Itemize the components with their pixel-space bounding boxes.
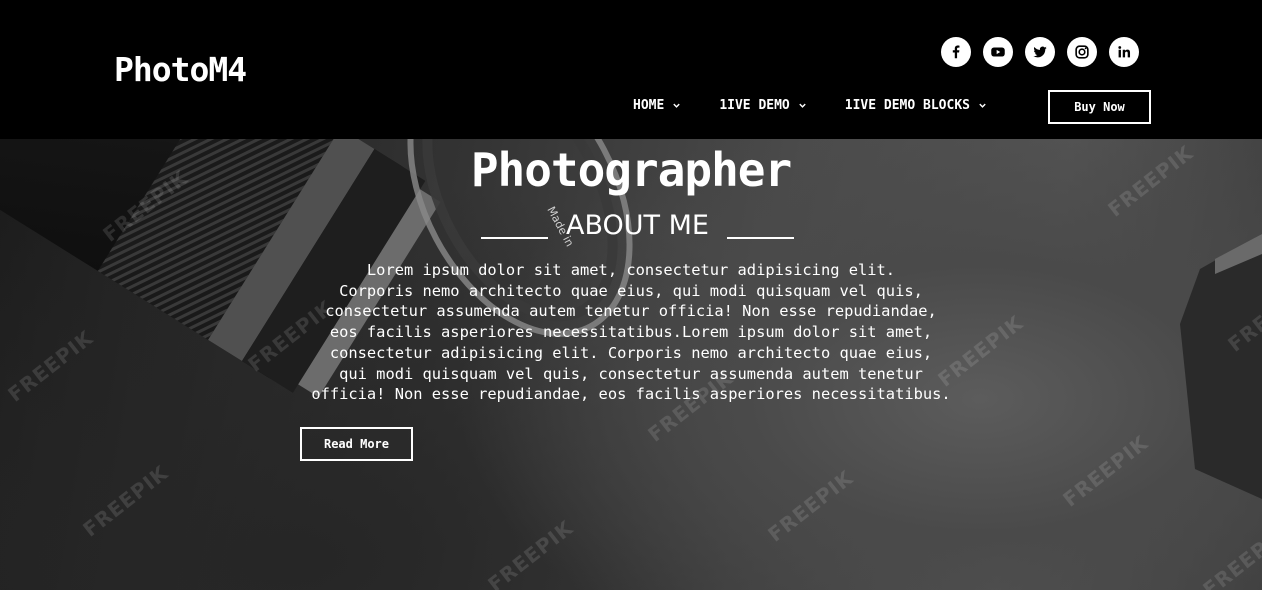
nav-item-label: 1IVE DEMO bbox=[719, 98, 790, 113]
paragraph-line: officia! Non esse repudiandae, eos facil… bbox=[311, 385, 951, 404]
nav-item-label: 1IVE DEMO BLOCKS bbox=[844, 98, 970, 113]
hero-title: Photographer bbox=[470, 143, 792, 197]
social-links bbox=[941, 37, 1139, 67]
nav-item-live-demo[interactable]: 1IVE DEMO bbox=[719, 98, 806, 113]
youtube-icon[interactable] bbox=[983, 37, 1013, 67]
chevron-down-icon bbox=[979, 103, 986, 108]
divider bbox=[726, 237, 794, 239]
paragraph-line: Lorem ipsum dolor sit amet, consectetur … bbox=[366, 261, 896, 279]
paragraph-line: consectetur adipisicing elit. Corporis n… bbox=[329, 343, 933, 362]
chevron-down-icon bbox=[799, 103, 806, 108]
paragraph-line: qui modi quisquam vel quis, consectetur … bbox=[339, 364, 923, 383]
read-more-button[interactable]: Read More bbox=[300, 427, 413, 461]
main-nav: HOME 1IVE DEMO 1IVE DEMO BLOCKS bbox=[633, 98, 987, 113]
paragraph-line: consectetur assumenda autem tenetur offi… bbox=[325, 302, 937, 321]
nav-item-label: HOME bbox=[633, 98, 665, 113]
nav-item-home[interactable]: HOME bbox=[633, 98, 681, 113]
chevron-down-icon bbox=[673, 103, 681, 108]
section-heading: ABOUT ME bbox=[481, 210, 794, 242]
about-paragraph: Lorem ipsum dolor sit amet, consectetur … bbox=[296, 260, 966, 405]
about-heading: ABOUT ME bbox=[566, 210, 709, 241]
buy-now-button[interactable]: Buy Now bbox=[1048, 90, 1151, 124]
divider bbox=[481, 237, 548, 239]
site-logo[interactable]: PhotoM4 bbox=[114, 50, 247, 89]
nav-item-live-demo-blocks[interactable]: 1IVE DEMO BLOCKS bbox=[845, 98, 987, 113]
instagram-icon[interactable] bbox=[1067, 37, 1097, 67]
hero-section: Made in FREEPIK FREEPIK FREEPIK FREEPIK … bbox=[0, 139, 1262, 590]
paragraph-line: Corporis nemo architecto quae eius, qui … bbox=[339, 281, 923, 300]
linkedin-icon[interactable] bbox=[1109, 37, 1139, 67]
twitter-icon[interactable] bbox=[1025, 37, 1055, 67]
facebook-icon[interactable] bbox=[941, 37, 971, 67]
site-header: PhotoM4 HOME 1IVE DEMO 1IVE DEMO BLOCKS bbox=[0, 0, 1262, 139]
paragraph-line: eos facilis asperiores necessitatibus.Lo… bbox=[329, 323, 933, 342]
